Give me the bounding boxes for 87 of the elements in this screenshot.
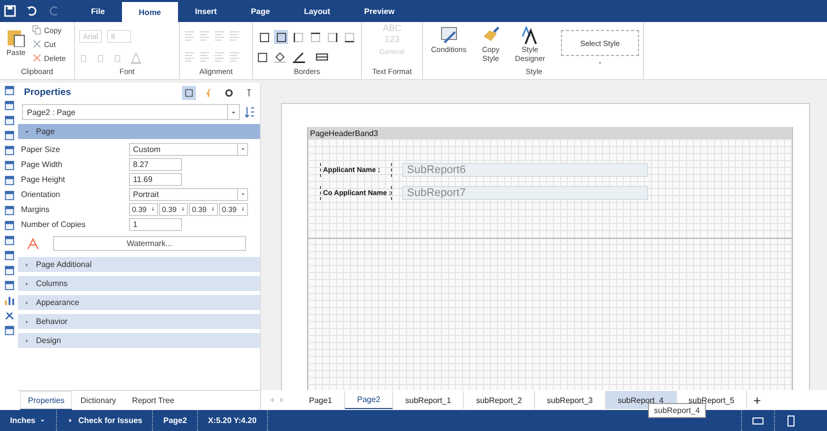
font-icon[interactable]	[27, 238, 39, 250]
triangle-icon	[24, 280, 30, 286]
panel-tab[interactable]: Properties	[20, 391, 72, 410]
watermark-button[interactable]: Watermark...	[53, 236, 246, 251]
property-label: Number of Copies	[21, 220, 86, 228]
panel-tab[interactable]: Report Tree	[124, 391, 182, 410]
undo-icon[interactable]	[26, 5, 38, 17]
section-header[interactable]: Columns	[18, 276, 260, 291]
spin-icon	[180, 205, 186, 213]
menu-tab[interactable]: File	[74, 0, 122, 22]
brush-icon	[482, 26, 500, 44]
cross-icon	[32, 53, 42, 63]
conditions-icon	[440, 26, 458, 44]
section-header[interactable]: Page Additional	[18, 257, 260, 272]
border-icon	[276, 32, 286, 42]
tooltip: subReport_4	[648, 403, 706, 418]
spin-icon	[240, 205, 246, 213]
border-button[interactable]	[274, 30, 288, 44]
view-mode-button[interactable]	[182, 86, 196, 100]
triangle-icon	[24, 128, 30, 134]
border-icon	[258, 32, 270, 42]
border-button[interactable]	[308, 30, 322, 44]
units-dropdown[interactable]: Inches	[0, 410, 58, 431]
page-tab[interactable]: Page1	[297, 391, 346, 409]
triangle-icon	[24, 318, 30, 324]
check-issues-button[interactable]: Check for Issues	[57, 410, 154, 431]
pen-icon[interactable]	[292, 51, 306, 63]
page-icon[interactable]	[785, 414, 797, 426]
menu-tab[interactable]: Home	[122, 2, 178, 22]
border-button[interactable]	[325, 30, 339, 44]
border-icon	[344, 32, 354, 42]
panel-title: Properties	[24, 87, 72, 98]
fit-page-icon[interactable]	[752, 414, 764, 426]
page-tab[interactable]: subReport_2	[464, 391, 535, 409]
triangle-icon	[24, 262, 30, 268]
border-icon	[292, 32, 304, 42]
sort-icon[interactable]	[244, 106, 256, 118]
property-field[interactable]: 11.69	[129, 172, 182, 186]
subreport-component: SubReport6	[402, 163, 648, 177]
fill-bucket-icon[interactable]	[273, 51, 287, 63]
menu-tab[interactable]: Layout	[286, 0, 348, 22]
section-header[interactable]: Behavior	[18, 314, 260, 329]
property-field[interactable]: 8.27	[129, 158, 182, 170]
property-label: Page Width	[21, 160, 64, 168]
caret-icon	[240, 191, 246, 197]
caret-icon	[240, 146, 246, 152]
spin-icon	[150, 205, 156, 213]
page-tab[interactable]: Page2	[345, 391, 394, 409]
border-icon	[326, 32, 338, 42]
caret-icon	[39, 417, 46, 424]
page-tab[interactable]: subReport_1	[393, 391, 464, 409]
property-label: Margins	[21, 204, 50, 214]
triangle-icon	[67, 417, 74, 424]
triangle-icon	[24, 300, 30, 306]
border-icon[interactable]	[257, 52, 268, 62]
copy-icon	[32, 25, 42, 35]
band-header: PageHeaderBand3	[308, 127, 792, 139]
border-button[interactable]	[257, 30, 271, 44]
square-icon	[184, 88, 194, 98]
menu-tab[interactable]: Page	[234, 0, 287, 22]
border-button[interactable]	[342, 30, 356, 44]
section-header[interactable]: Appearance	[18, 295, 260, 310]
save-icon[interactable]	[4, 5, 16, 17]
status-position: X:5.20 Y:4.20	[198, 410, 268, 431]
menu-tab[interactable]: Insert	[178, 0, 234, 22]
border-icon	[310, 32, 320, 42]
property-label: Page Height	[21, 174, 66, 184]
spin-icon	[210, 205, 216, 213]
status-page: Page2	[153, 410, 198, 431]
font-color-icon[interactable]	[130, 52, 142, 64]
scissors-icon	[32, 39, 42, 49]
border-button[interactable]	[291, 30, 305, 44]
letters-icon	[521, 26, 539, 44]
subreport-component: SubReport7	[402, 186, 648, 200]
property-label: Paper Size	[21, 144, 62, 154]
redo-icon[interactable]	[48, 5, 60, 17]
property-dropdown[interactable]: Portrait	[129, 188, 248, 200]
menu-tab[interactable]: Preview	[347, 0, 412, 22]
property-label: Orientation	[21, 190, 62, 198]
add-page-button[interactable]: +	[747, 392, 767, 408]
property-field[interactable]: 1	[129, 218, 182, 230]
triangle-icon	[24, 338, 30, 344]
section-header[interactable]: Page	[18, 124, 260, 139]
panel-tab[interactable]: Dictionary	[72, 391, 124, 410]
property-dropdown[interactable]: Custom	[129, 142, 248, 156]
object-selector[interactable]: Page2 : Page	[22, 104, 240, 120]
section-header[interactable]: Design	[18, 333, 260, 348]
